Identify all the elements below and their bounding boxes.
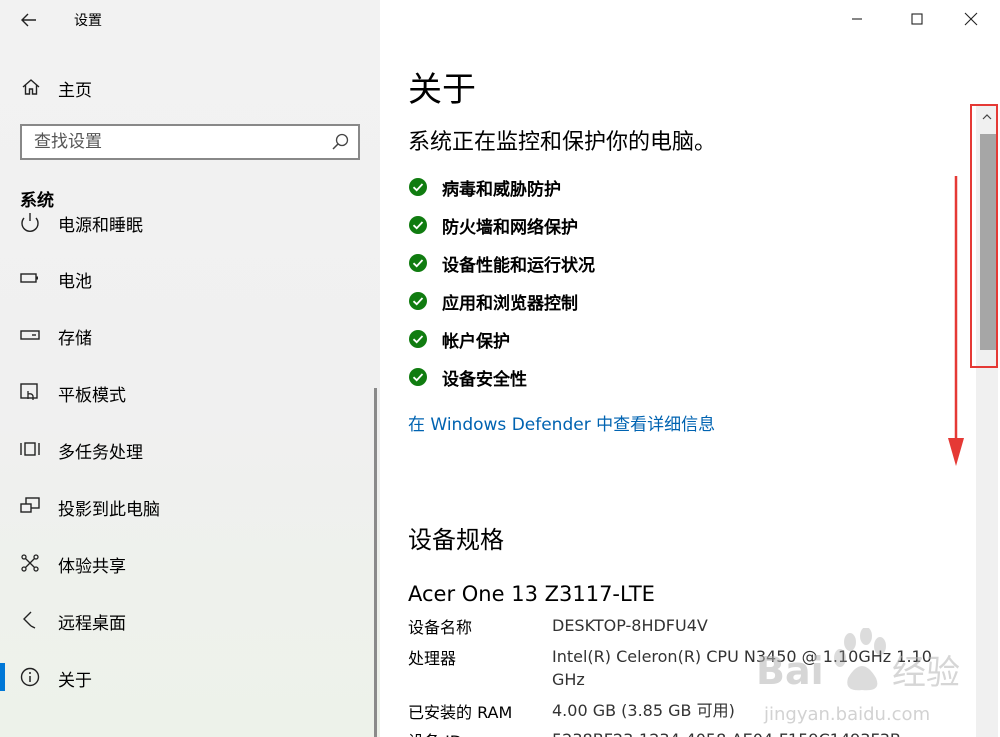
device-model-name: Acer One 13 Z3117-LTE [408,582,655,606]
sidebar-item-label: 多任务处理 [58,443,143,463]
minimize-icon [852,18,862,20]
sidebar-item-label: 体验共享 [58,557,126,577]
sidebar-item-battery[interactable]: 电池 [0,258,375,298]
windows-defender-details-link[interactable]: 在 Windows Defender 中查看详细信息 [408,410,715,435]
spec-label: 设备 ID [408,728,462,737]
scrollbar-highlight-annotation [970,104,998,368]
list-item: 应用和浏览器控制 [408,286,948,316]
active-indicator [0,663,5,691]
watermark-url: jingyan.baidu.com [763,704,930,725]
close-icon [964,12,978,26]
page-title: 关于 [408,70,476,110]
about-page: 关于 系统正在监控和保护你的电脑。 病毒和威胁防护 防火墙和网络保护 设备性能和… [380,0,1000,737]
spec-label: 设备名称 [408,618,473,637]
search-icon[interactable] [330,132,350,152]
protection-item-label: 帐户保护 [442,332,510,352]
scroll-down-arrow-annotation [948,176,964,466]
watermark-brand: Bai [756,649,824,693]
remote-desktop-icon [23,611,36,629]
sidebar-item-label: 电池 [58,272,92,292]
sidebar-item-label: 电源和睡眠 [58,216,143,236]
back-button[interactable] [14,6,46,34]
protection-status-title: 系统正在监控和保护你的电脑。 [408,130,717,155]
green-check-icon [409,216,427,234]
battery-icon [20,273,38,283]
sidebar-item-label: 投影到此电脑 [58,500,160,520]
sidebar-item-label: 远程桌面 [58,614,126,634]
protection-item-label: 防火墙和网络保护 [442,218,578,238]
maximize-icon [911,13,923,25]
info-icon [20,667,40,687]
sidebar-item-power-sleep[interactable]: 电源和睡眠 [0,208,375,242]
sidebar-item-home[interactable]: 主页 [0,68,380,106]
protection-item-label: 设备性能和运行状况 [442,256,595,276]
search-input[interactable] [22,126,334,158]
minimize-button[interactable] [834,6,880,32]
green-check-icon [409,254,427,272]
list-item: 病毒和威胁防护 [408,172,948,202]
share-icon [21,554,39,572]
watermark-brand-suffix: 经验 [892,653,960,693]
close-button[interactable] [948,6,994,32]
back-arrow-icon [21,13,36,27]
spec-label: 处理器 [408,649,457,668]
tablet-mode-icon [20,383,38,400]
protection-item-label: 设备安全性 [442,370,527,390]
list-item: 帐户保护 [408,324,948,354]
power-icon [21,213,39,232]
window-title: 设置 [74,13,102,29]
title-bar: 设置 [0,0,380,40]
sidebar-item-label: 关于 [58,671,92,691]
green-check-icon [409,330,427,348]
project-icon [20,497,40,513]
search-field[interactable] [20,124,360,160]
device-specs-title: 设备规格 [408,526,504,554]
protection-item-label: 应用和浏览器控制 [442,294,578,314]
green-check-icon [409,292,427,310]
sidebar-item-label: 存储 [58,329,92,349]
sidebar-item-label: 主页 [58,81,92,101]
home-icon [22,79,40,95]
sidebar-item-tablet-mode[interactable]: 平板模式 [0,372,375,412]
maximize-button[interactable] [894,6,940,32]
green-check-icon [409,368,427,386]
sidebar-item-project-to-pc[interactable]: 投影到此电脑 [0,486,375,526]
settings-sidebar: 设置 主页 系统 电源和睡眠 电池 [0,0,380,737]
protection-item-label: 病毒和威胁防护 [442,180,561,200]
spec-label: 已安装的 RAM [408,703,513,722]
storage-icon [20,330,40,340]
baidu-jingyan-watermark: Bai 经验 jingyan.baidu.com [756,628,960,725]
list-item: 设备性能和运行状况 [408,248,948,278]
sidebar-item-label: 平板模式 [58,386,126,406]
sidebar-item-remote-desktop[interactable]: 远程桌面 [0,600,375,640]
list-item: 设备安全性 [408,362,948,392]
sidebar-item-shared-experiences[interactable]: 体验共享 [0,543,375,583]
sidebar-item-multitasking[interactable]: 多任务处理 [0,429,375,469]
multitasking-icon [20,442,40,456]
sidebar-nav-list: 电源和睡眠 电池 存储 平板模式 多任务处理 投影到此电脑 体验共享 远程桌面 … [0,208,375,737]
sidebar-item-about[interactable]: 关于 [0,657,375,697]
green-check-icon [409,178,427,196]
sidebar-item-storage[interactable]: 存储 [0,315,375,355]
list-item: 防火墙和网络保护 [408,210,948,240]
sidebar-scrollbar[interactable] [374,388,377,737]
